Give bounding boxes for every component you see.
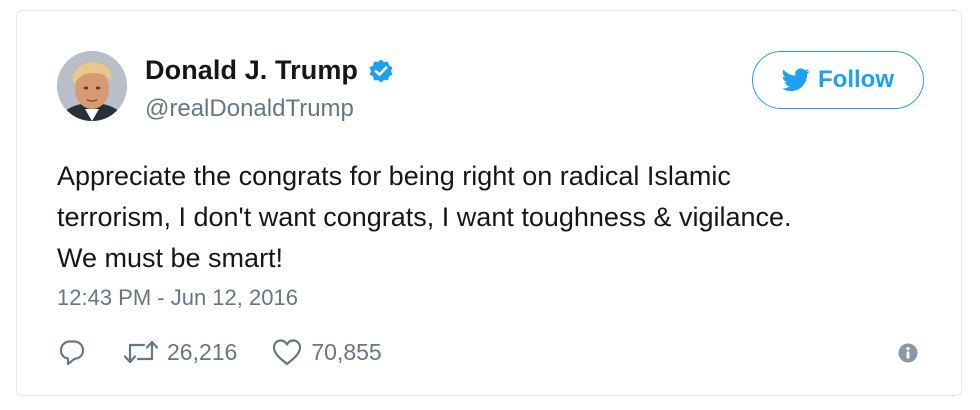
like-count: 70,855	[311, 338, 382, 365]
user-handle[interactable]: @realDonaldTrump	[145, 95, 354, 123]
like-button[interactable]: 70,855	[271, 337, 382, 367]
display-name[interactable]: Donald J. Trump	[145, 55, 358, 86]
tweet-text: Appreciate the congrats for being right …	[57, 161, 792, 273]
info-icon[interactable]	[898, 343, 918, 363]
retweet-icon	[123, 340, 159, 364]
name-row: Donald J. Trump	[145, 55, 394, 86]
tweet-card: Donald J. Trump @realDonaldTrump Follow …	[16, 10, 962, 396]
verified-badge-icon	[368, 58, 394, 84]
reply-button[interactable]	[57, 337, 87, 367]
tweet-timestamp[interactable]: 12:43 PM - Jun 12, 2016	[57, 285, 298, 311]
follow-button[interactable]: Follow	[752, 51, 924, 109]
avatar[interactable]	[57, 51, 127, 121]
tweet-actions: 26,216 70,855	[57, 337, 382, 367]
heart-icon	[273, 339, 302, 366]
retweet-button[interactable]: 26,216	[123, 338, 237, 366]
retweet-count: 26,216	[167, 338, 238, 365]
twitter-bird-icon	[782, 68, 810, 92]
reply-icon	[59, 340, 85, 366]
follow-button-label: Follow	[818, 66, 894, 93]
